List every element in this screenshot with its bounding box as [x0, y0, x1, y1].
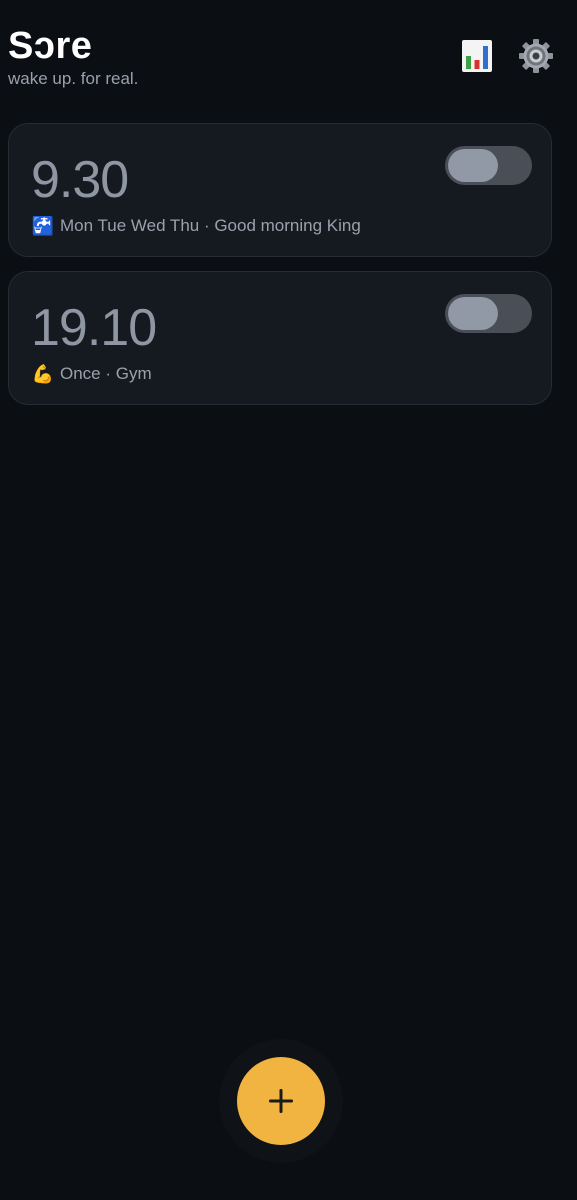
app-header: Sɔre wake up. for real. — [0, 0, 577, 110]
alarm-time: 9.30 — [31, 151, 129, 209]
alarm-toggle[interactable] — [445, 146, 532, 185]
alarm-meta: 🚰 Mon Tue Wed Thu · Good morning King — [32, 214, 361, 238]
alarm-description: Once · Gym — [60, 364, 152, 383]
add-alarm-button[interactable] — [237, 1057, 325, 1145]
app-title: Sɔre — [8, 25, 93, 67]
alarm-time: 19.10 — [31, 299, 157, 357]
app-subtitle: wake up. for real. — [8, 69, 139, 88]
alarm-card[interactable]: 9.30 🚰 Mon Tue Wed Thu · Good morning Ki… — [8, 123, 552, 257]
alarm-meta: 💪 Once · Gym — [32, 362, 152, 386]
toggle-knob — [448, 297, 498, 330]
alarm-card[interactable]: 19.10 💪 Once · Gym — [8, 271, 552, 405]
stats-button[interactable] — [457, 36, 497, 76]
alarm-description: Mon Tue Wed Thu · Good morning King — [60, 216, 361, 235]
faucet-icon: 🚰 — [31, 216, 55, 236]
flexed-biceps-icon: 💪 — [31, 364, 55, 384]
plus-icon — [269, 1089, 293, 1113]
settings-button[interactable] — [516, 36, 556, 76]
gear-icon — [519, 39, 553, 73]
bar-chart-icon — [462, 40, 492, 72]
toggle-knob — [448, 149, 498, 182]
alarm-toggle[interactable] — [445, 294, 532, 333]
